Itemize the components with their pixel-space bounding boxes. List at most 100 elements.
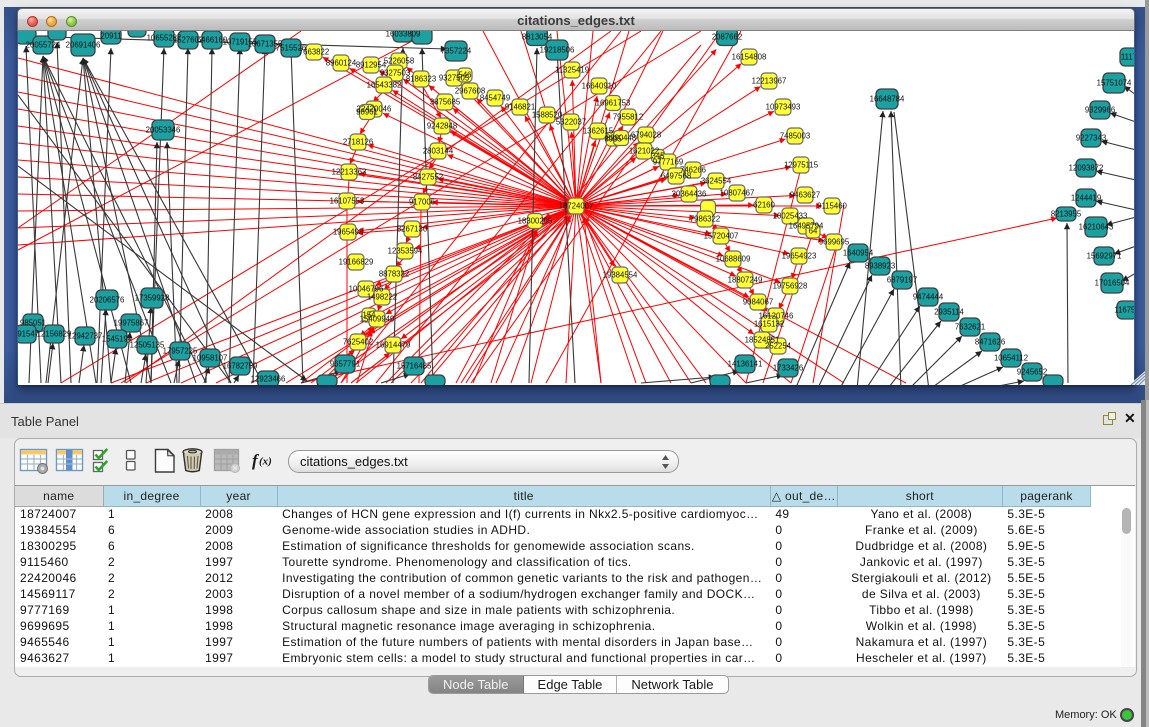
svg-text:16543382: 16543382 <box>367 81 402 90</box>
svg-text:16210643: 16210643 <box>1079 223 1114 232</box>
svg-text:16154808: 16154808 <box>732 53 767 62</box>
svg-text:8267130: 8267130 <box>397 225 428 234</box>
svg-text:7625402: 7625402 <box>343 338 373 347</box>
svg-text:19384554: 19384554 <box>603 271 638 280</box>
svg-text:12942737: 12942737 <box>68 332 103 341</box>
svg-text:19654923: 19654923 <box>782 252 817 261</box>
svg-text:20206576: 20206576 <box>90 296 125 305</box>
svg-text:2087662: 2087662 <box>712 33 742 42</box>
svg-text:7986322: 7986322 <box>690 215 720 224</box>
svg-text:12923466: 12923466 <box>251 375 286 384</box>
svg-text:18807249: 18807249 <box>728 276 763 285</box>
svg-text:1640954: 1640954 <box>843 249 874 258</box>
svg-text:16495794: 16495794 <box>789 222 824 231</box>
svg-text:11325419: 11325419 <box>555 66 589 75</box>
svg-text:3624554: 3624554 <box>701 177 732 186</box>
svg-text:15716485: 15716485 <box>397 362 432 371</box>
svg-text:20055724: 20055724 <box>26 41 61 50</box>
svg-text:18724007: 18724007 <box>559 202 594 211</box>
svg-text:16914479: 16914479 <box>376 341 411 350</box>
svg-text:10973493: 10973493 <box>766 103 801 112</box>
svg-text:3875685: 3875685 <box>430 98 461 107</box>
svg-text:8813054: 8813054 <box>522 33 553 42</box>
svg-text:8186323: 8186323 <box>406 75 436 84</box>
svg-text:17016504: 17016504 <box>1095 279 1130 288</box>
svg-text:(x): (x) <box>259 456 272 468</box>
svg-text:20053346: 20053346 <box>146 126 181 135</box>
svg-text:20691406: 20691406 <box>66 41 101 50</box>
svg-text:2718126: 2718126 <box>343 138 373 147</box>
svg-text:8454749: 8454749 <box>480 94 510 103</box>
svg-text:12213363: 12213363 <box>332 168 367 177</box>
svg-text:6497568: 6497568 <box>661 172 691 181</box>
svg-text:1545194: 1545194 <box>102 335 133 344</box>
svg-text:16961753: 16961753 <box>596 99 631 108</box>
svg-text:7955812: 7955812 <box>613 113 643 122</box>
svg-text:16107553: 16107553 <box>330 197 365 206</box>
svg-text:18300295: 18300295 <box>518 217 553 226</box>
svg-text:19975867: 19975867 <box>114 319 149 328</box>
svg-text:12156829: 12156829 <box>37 330 72 339</box>
svg-text:9699695: 9699695 <box>819 238 850 247</box>
svg-text:10807467: 10807467 <box>720 189 755 198</box>
svg-text:12093872: 12093872 <box>1069 164 1104 173</box>
svg-text:9657791: 9657791 <box>330 360 360 369</box>
svg-text:985051: 985051 <box>20 319 46 328</box>
svg-text:98961: 98961 <box>356 108 378 117</box>
svg-text:1498222: 1498222 <box>367 293 397 302</box>
svg-text:9777169: 9777169 <box>653 158 683 167</box>
svg-text:15720407: 15720407 <box>704 232 739 241</box>
svg-text:8471626: 8471626 <box>975 338 1005 347</box>
svg-text:12353594: 12353594 <box>388 247 423 256</box>
svg-text:9115460: 9115460 <box>817 202 847 211</box>
svg-text:10654112: 10654112 <box>994 354 1028 363</box>
svg-text:16648784: 16648784 <box>870 95 905 104</box>
svg-text:1615132: 1615132 <box>754 320 784 329</box>
svg-text:16033809: 16033809 <box>386 31 421 39</box>
svg-text:9146821: 9146821 <box>505 103 535 112</box>
svg-text:9242848: 9242848 <box>427 122 457 131</box>
svg-text:16640910: 16640910 <box>582 82 617 91</box>
svg-text:12505135: 12505135 <box>130 341 165 350</box>
svg-text:1733426: 1733426 <box>773 364 803 373</box>
svg-text:19756928: 19756928 <box>773 282 808 291</box>
svg-text:15751074: 15751074 <box>1097 79 1132 88</box>
svg-text:6794028: 6794028 <box>631 131 661 140</box>
svg-text:12975115: 12975115 <box>784 161 819 170</box>
svg-text:19166829: 19166829 <box>339 258 374 267</box>
svg-text:8938923: 8938923 <box>865 262 895 271</box>
svg-text:19218506: 19218506 <box>540 46 575 55</box>
svg-text:5322037: 5322037 <box>556 118 586 127</box>
svg-text:5226058: 5226058 <box>384 57 414 66</box>
svg-text:8427552: 8427552 <box>413 173 443 182</box>
svg-text:917006: 917006 <box>409 198 435 207</box>
svg-text:1965493: 1965493 <box>333 228 363 237</box>
svg-text:2935114: 2935114 <box>934 308 964 317</box>
svg-text:7632621: 7632621 <box>955 323 985 332</box>
svg-text:252254: 252254 <box>765 342 792 351</box>
svg-text:1244419: 1244419 <box>1071 194 1101 203</box>
svg-text:9474444: 9474444 <box>913 293 944 302</box>
svg-text:116753: 116753 <box>1114 306 1134 315</box>
svg-text:9227343: 9227343 <box>1076 134 1106 143</box>
svg-text:2803144: 2803144 <box>423 147 454 156</box>
svg-text:9084067: 9084067 <box>743 298 773 307</box>
svg-text:8878332: 8878332 <box>379 270 409 279</box>
svg-text:1117: 1117 <box>1121 53 1134 62</box>
svg-text:10025433: 10025433 <box>773 212 808 221</box>
svg-text:12213967: 12213967 <box>752 77 787 86</box>
svg-text:16782759: 16782759 <box>223 362 258 371</box>
svg-text:62160: 62160 <box>753 201 775 210</box>
svg-text:15409949: 15409949 <box>360 315 395 324</box>
svg-text:9329966: 9329966 <box>1085 106 1115 115</box>
svg-text:7663822: 7663822 <box>299 48 329 57</box>
svg-text:7357224: 7357224 <box>441 47 472 56</box>
svg-text:546: 546 <box>458 71 471 80</box>
svg-text:15692971: 15692971 <box>1087 252 1122 261</box>
svg-text:7485003: 7485003 <box>780 132 810 141</box>
svg-text:9463627: 9463627 <box>790 191 820 200</box>
svg-text:17359928: 17359928 <box>135 294 170 303</box>
svg-text:8213955: 8213955 <box>1051 210 1082 219</box>
svg-text:10688609: 10688609 <box>716 255 751 264</box>
svg-text:20911: 20911 <box>100 32 121 41</box>
